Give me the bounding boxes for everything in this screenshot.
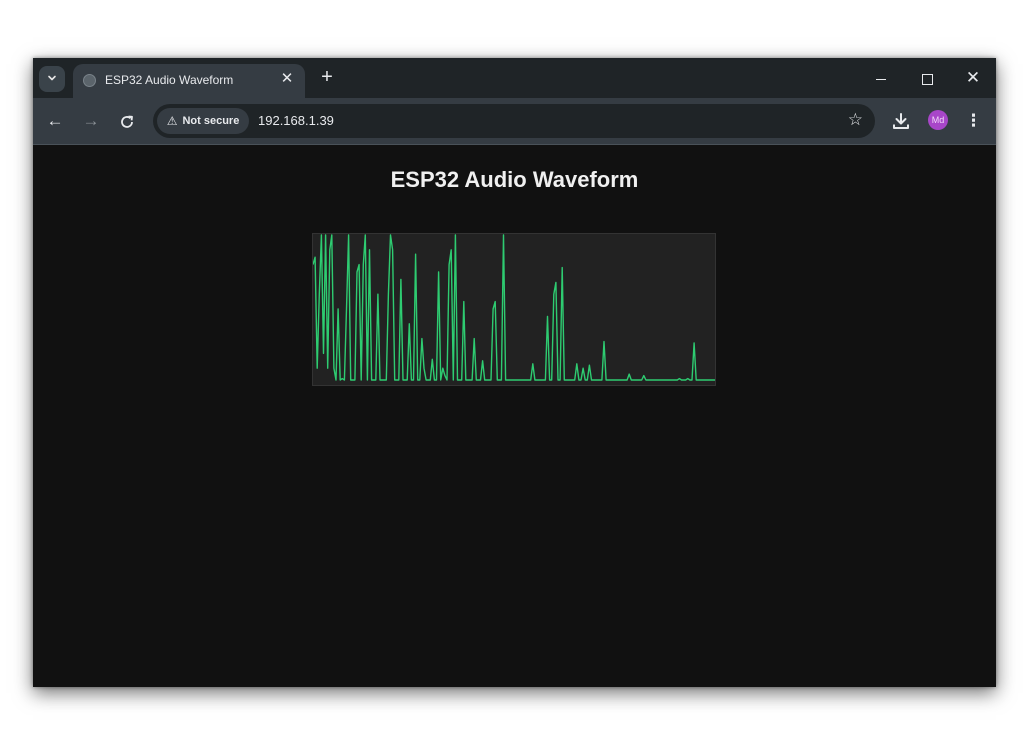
back-button[interactable]: ←	[43, 109, 67, 133]
plus-icon: +	[321, 66, 333, 88]
forward-button[interactable]: →	[79, 109, 103, 133]
profile-avatar[interactable]: Md	[928, 110, 948, 130]
tab-title: ESP32 Audio Waveform	[105, 73, 234, 87]
minimize-button[interactable]	[858, 64, 904, 92]
security-indicator[interactable]: ⚠ Not secure	[157, 108, 249, 134]
downloads-button[interactable]	[889, 109, 913, 133]
minimize-icon	[876, 78, 886, 80]
waveform-plot	[313, 234, 715, 381]
warning-icon: ⚠	[166, 114, 178, 128]
tab-search-button[interactable]	[39, 66, 65, 92]
globe-icon	[83, 74, 96, 87]
waveform-canvas	[312, 233, 716, 386]
url-text[interactable]: 192.168.1.39	[258, 113, 334, 128]
close-icon: ✕	[965, 68, 981, 87]
maximize-button[interactable]	[904, 64, 950, 92]
more-vertical-icon: ⋮	[965, 111, 982, 130]
tab-esp32-audio-waveform[interactable]: ESP32 Audio Waveform ✕	[73, 64, 305, 98]
bookmark-button[interactable]: ☆	[848, 110, 863, 130]
waveform-line	[313, 234, 715, 381]
maximize-icon	[921, 73, 933, 85]
security-label: Not secure	[182, 115, 240, 127]
arrow-right-icon: →	[82, 111, 100, 130]
download-icon	[889, 113, 913, 137]
tab-close-button[interactable]: ✕	[277, 69, 297, 89]
browser-window: ESP32 Audio Waveform ✕ + ✕ ← → ⚠ Not sec…	[33, 58, 996, 687]
reload-button[interactable]	[115, 109, 139, 133]
browser-toolbar: ← → ⚠ Not secure 192.168.1.39 ☆ Md ⋮	[33, 98, 996, 144]
address-bar[interactable]: ⚠ Not secure 192.168.1.39 ☆	[153, 104, 875, 138]
page-content: ESP32 Audio Waveform	[33, 145, 996, 687]
reload-icon	[119, 111, 135, 130]
arrow-left-icon: ←	[46, 111, 64, 130]
page-title: ESP32 Audio Waveform	[390, 167, 639, 192]
chevron-down-icon	[47, 73, 57, 86]
star-icon: ☆	[847, 110, 863, 129]
tab-strip: ESP32 Audio Waveform ✕ + ✕	[33, 58, 996, 98]
new-tab-button[interactable]: +	[315, 66, 339, 90]
window-close-button[interactable]: ✕	[950, 64, 996, 92]
close-icon: ✕	[280, 70, 294, 87]
browser-menu-button[interactable]: ⋮	[965, 109, 982, 133]
